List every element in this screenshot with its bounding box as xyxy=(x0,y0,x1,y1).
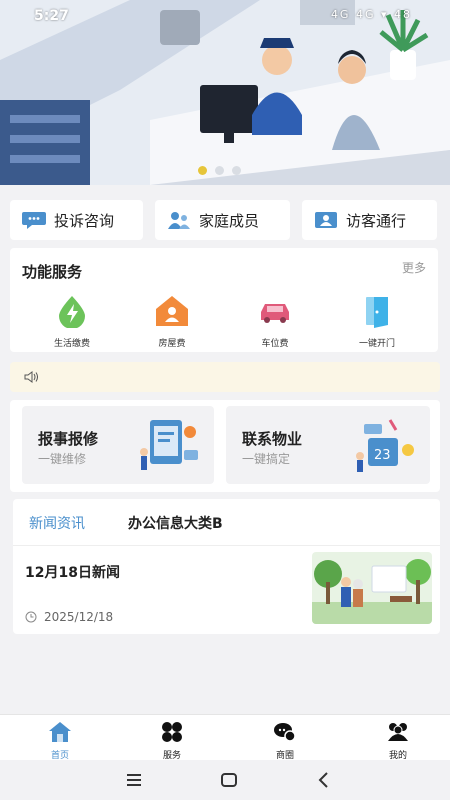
service-open-door[interactable]: 一键开门 xyxy=(332,294,422,349)
utility-bolt-icon xyxy=(59,296,85,329)
system-nav-bar xyxy=(0,760,450,800)
visitor-label: 访客通行 xyxy=(346,211,407,230)
news-list-item[interactable]: 12月18日新闻 2025/12/18 xyxy=(13,545,440,634)
services-title: 功能服务 xyxy=(22,263,83,281)
more-link[interactable]: 更多 xyxy=(402,259,426,276)
services-card: 功能服务 更多 生活缴费 房屋费 车位费 一键开门 xyxy=(10,248,438,352)
contact-title: 联系物业 xyxy=(242,430,303,448)
repair-card[interactable]: 报事报修 一键维修 xyxy=(22,406,214,484)
tab-business[interactable]: 商圈 xyxy=(255,721,315,761)
status-time: 5:27 xyxy=(34,8,69,24)
pager-dot[interactable] xyxy=(198,166,207,175)
service-parking-fee[interactable]: 车位费 xyxy=(230,294,320,349)
quick-actions: 投诉咨询 家庭成员 访客通行 xyxy=(10,200,440,240)
service-label: 生活缴费 xyxy=(53,339,90,349)
home-icon xyxy=(49,722,71,742)
notice-bar[interactable] xyxy=(10,362,440,392)
chat-icon xyxy=(22,212,46,229)
pager-dot[interactable] xyxy=(215,166,224,175)
hero-banner[interactable]: 5:27 4G 4G ▾ 48 xyxy=(0,0,450,185)
family-icon xyxy=(168,212,190,229)
service-label: 车位费 xyxy=(261,339,289,349)
service-utility-payment[interactable]: 生活缴费 xyxy=(27,294,117,349)
chat-bubbles-icon xyxy=(274,723,296,742)
complaint-label: 投诉咨询 xyxy=(54,211,115,230)
tab-home[interactable]: 首页 xyxy=(30,721,90,761)
contact-illustration: 23 xyxy=(356,419,414,472)
users-icon xyxy=(388,723,408,741)
house-icon xyxy=(156,296,188,326)
news-thumbnail-illustration xyxy=(312,552,432,624)
service-house-fee[interactable]: 房屋费 xyxy=(127,294,217,349)
tab-mine[interactable]: 我的 xyxy=(368,721,428,761)
status-bar: 5:27 4G 4G ▾ 48 xyxy=(0,6,450,28)
repair-title: 报事报修 xyxy=(38,430,99,448)
news-date-row: 2025/12/18 xyxy=(25,610,113,624)
speaker-icon xyxy=(24,371,38,383)
service-label: 房屋费 xyxy=(158,339,186,349)
shortcut-cards: 报事报修 一键维修 联系物业 一键搞定 23 xyxy=(10,400,440,492)
news-thumbnail xyxy=(312,552,432,624)
status-indicators: 4G 4G ▾ 48 xyxy=(330,8,412,21)
family-label: 家庭成员 xyxy=(199,211,260,230)
contact-subtitle: 一键搞定 xyxy=(242,452,291,466)
clover-icon xyxy=(162,722,182,742)
complaint-button[interactable]: 投诉咨询 xyxy=(10,200,143,240)
repair-subtitle: 一键维修 xyxy=(38,452,87,466)
contact-property-card[interactable]: 联系物业 一键搞定 23 xyxy=(226,406,430,484)
clock-icon xyxy=(25,611,37,623)
visitor-id-icon xyxy=(315,212,337,228)
menu-icon[interactable] xyxy=(124,770,144,790)
news-section: 新闻资讯 办公信息大类B 12月18日新闻 2025/12/18 xyxy=(13,499,440,634)
visitor-pass-button[interactable]: 访客通行 xyxy=(302,200,437,240)
news-date: 2025/12/18 xyxy=(44,610,114,624)
service-label: 一键开门 xyxy=(358,339,395,349)
svg-text:23: 23 xyxy=(374,448,391,463)
home-nav-icon[interactable] xyxy=(219,770,239,790)
family-members-button[interactable]: 家庭成员 xyxy=(155,200,290,240)
pager-dot[interactable] xyxy=(232,166,241,175)
repair-illustration xyxy=(140,420,198,470)
tab-news[interactable]: 新闻资讯 xyxy=(29,513,85,533)
back-icon[interactable] xyxy=(314,770,334,790)
tab-service[interactable]: 服务 xyxy=(142,721,202,761)
news-tabs: 新闻资讯 办公信息大类B xyxy=(13,499,440,545)
car-icon xyxy=(261,304,289,323)
tab-office-info[interactable]: 办公信息大类B xyxy=(128,513,223,533)
banner-pager xyxy=(198,166,241,175)
bottom-tab-bar: 首页 服务 商圈 我的 xyxy=(0,714,450,761)
door-icon xyxy=(366,297,388,328)
news-title: 12月18日新闻 xyxy=(25,565,120,581)
